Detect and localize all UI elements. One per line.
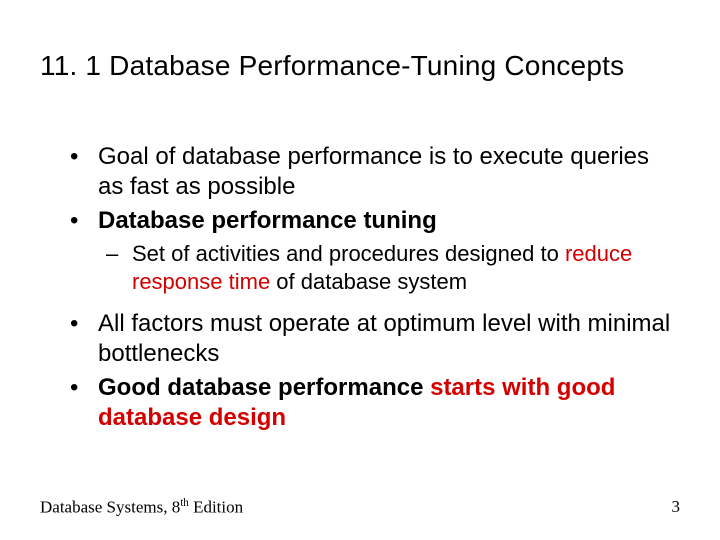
slide-content: Goal of database performance is to execu… [40,142,680,433]
bullet-list: Goal of database performance is to execu… [70,142,680,433]
bold-text: Database performance tuning [98,207,437,234]
footer-text-pre: Database Systems, 8 [40,498,180,517]
sub-bullet-list: Set of activities and procedures designe… [98,240,680,295]
text-span: Set of activities and procedures designe… [132,241,565,266]
footer-text-post: Edition [189,498,243,517]
page-number: 3 [672,497,681,517]
slide-title: 11. 1 Database Performance-Tuning Concep… [40,50,680,82]
text-span: of database system [270,269,467,294]
bullet-item: Goal of database performance is to execu… [70,142,680,202]
sub-bullet-item: Set of activities and procedures designe… [106,240,680,295]
bullet-item: Good database performance starts with go… [70,373,680,433]
slide-footer: Database Systems, 8th Edition 3 [40,497,680,518]
bullet-item: Database performance tuning Set of activ… [70,206,680,295]
footer-left: Database Systems, 8th Edition [40,497,243,518]
bullet-item: All factors must operate at optimum leve… [70,309,680,369]
bold-text: Good database performance [98,374,430,401]
footer-sup: th [180,497,189,509]
